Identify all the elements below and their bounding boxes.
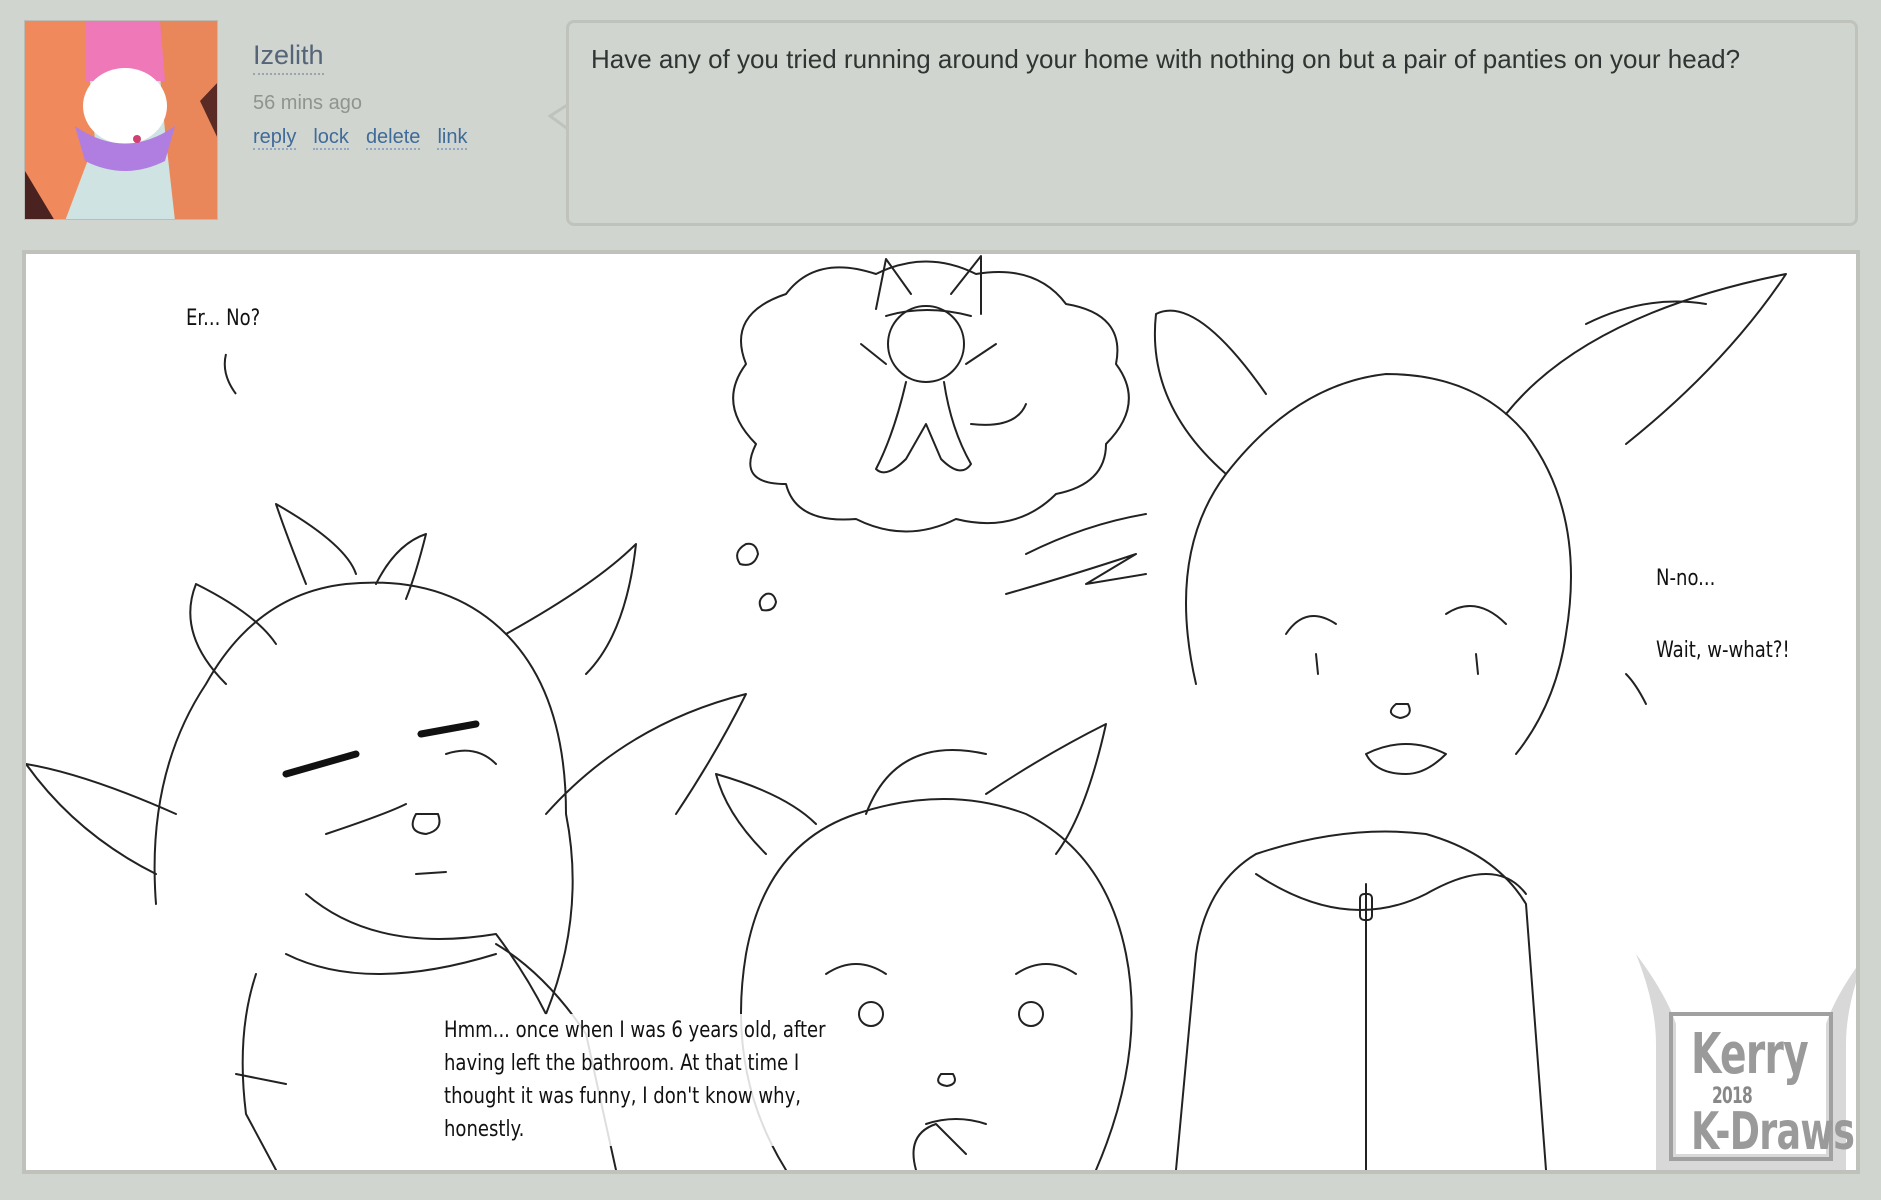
speech-hmm: Hmm... once when I was 6 years old, afte… — [444, 1014, 826, 1146]
reply-link[interactable]: reply — [253, 126, 297, 150]
permalink-link[interactable]: link — [437, 126, 468, 150]
watermark-k-draws: K-Draws — [1691, 1102, 1855, 1162]
comment-timestamp: 56 mins ago — [253, 92, 362, 114]
lock-link[interactable]: lock — [313, 126, 349, 150]
speech-hmm-line: thought it was funny, I don't know why, — [444, 1084, 801, 1109]
user-avatar[interactable] — [24, 20, 218, 220]
speech-hmm-line: having left the bathroom. At that time I — [444, 1051, 800, 1076]
speech-hmm-line: Hmm... once when I was 6 years old, afte… — [444, 1018, 826, 1043]
artist-watermark: Kerry 2018 K-Draws — [1616, 934, 1856, 1170]
comment-message: Have any of you tried running around you… — [591, 44, 1741, 74]
delete-link[interactable]: delete — [365, 126, 421, 150]
comment-actions: reply lock delete link — [253, 126, 484, 150]
speech-er-no: Er... No? — [186, 306, 261, 331]
comment-bubble: Have any of you tried running around you… — [566, 20, 1858, 226]
comment-meta: Izelith 56 mins ago reply lock delete link — [253, 40, 468, 150]
comic-illustration — [26, 255, 1787, 1170]
speech-wait-what: Wait, w-what?! — [1656, 638, 1790, 663]
comic-image: Er... No? N-no... Wait, w-what?! Hmm... … — [22, 250, 1860, 1174]
speech-hmm-line: honestly. — [444, 1117, 525, 1142]
speech-n-no: N-no... — [1656, 566, 1716, 591]
username-link[interactable]: Izelith — [253, 40, 324, 75]
watermark-kerry: Kerry — [1691, 1022, 1809, 1087]
